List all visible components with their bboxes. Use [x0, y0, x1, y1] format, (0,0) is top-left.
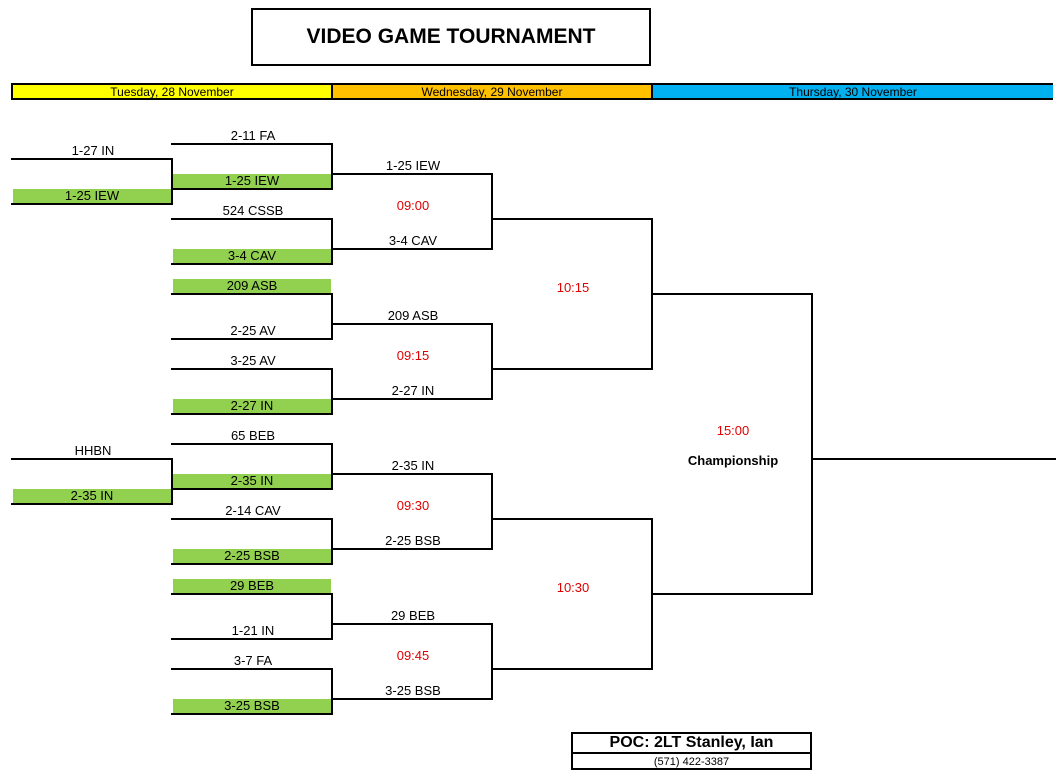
- bracket-line: [331, 473, 493, 475]
- bracket-line: [331, 698, 493, 700]
- match-time: 09:00: [396, 198, 430, 213]
- bracket-line: [331, 398, 493, 400]
- bracket-line: [171, 713, 333, 715]
- bracket-line: [171, 443, 333, 445]
- round1-team-winner: 1-25 IEW: [173, 174, 331, 188]
- bracket-line: [171, 338, 333, 340]
- bracket-line: [491, 473, 493, 550]
- round1-team-winner: 2-35 IN: [173, 474, 331, 488]
- bracket-line: [171, 668, 333, 670]
- round2-team: 209 ASB: [387, 308, 439, 323]
- poc-phone: (571) 422-3387: [653, 756, 730, 768]
- bracket-line: [331, 548, 493, 550]
- bracket-line: [331, 323, 493, 325]
- round1-team: 3-7 FA: [233, 653, 273, 668]
- bracket-line: [11, 503, 173, 505]
- bracket-line: [331, 248, 493, 250]
- match-time: 09:15: [396, 348, 430, 363]
- day-header-wednesday: Wednesday, 29 November: [331, 83, 653, 100]
- final-time: 15:00: [716, 423, 750, 438]
- bracket-line: [171, 293, 333, 295]
- round2-team: 3-25 BSB: [385, 683, 441, 698]
- bracket-line: [171, 188, 333, 190]
- bracket-line: [491, 368, 653, 370]
- round2-team: 3-4 CAV: [388, 233, 438, 248]
- bracket-line: [491, 173, 493, 250]
- round2-team: 29 BEB: [390, 608, 436, 623]
- championship-label: Championship: [687, 453, 779, 468]
- page-title: VIDEO GAME TOURNAMENT: [251, 8, 651, 66]
- semifinal-time: 10:30: [556, 580, 590, 595]
- poc-name: POC: 2LT Stanley, Ian: [573, 734, 810, 754]
- bracket-line: [171, 218, 333, 220]
- round2-team: 2-25 BSB: [385, 533, 441, 548]
- bracket-line: [331, 623, 493, 625]
- round1-team-winner: 29 BEB: [173, 579, 331, 593]
- bracket-line: [171, 488, 333, 490]
- play-in-team-winner: 1-25 IEW: [13, 189, 171, 203]
- bracket-line: [171, 518, 333, 520]
- match-time: 09:45: [396, 648, 430, 663]
- bracket-line: [11, 458, 173, 460]
- play-in-team-winner: 2-35 IN: [13, 489, 171, 503]
- bracket-line: [491, 323, 493, 400]
- round1-team-winner: 209 ASB: [173, 279, 331, 293]
- round1-team: 524 CSSB: [222, 203, 284, 218]
- bracket-line: [651, 593, 813, 595]
- bracket-line: [171, 638, 333, 640]
- round2-team: 1-25 IEW: [385, 158, 441, 173]
- bracket-line: [491, 518, 653, 520]
- round2-team: 2-27 IN: [391, 383, 435, 398]
- bracket-line: [811, 458, 1056, 460]
- day-header-thursday: Thursday, 30 November: [651, 83, 1053, 100]
- bracket-line: [651, 293, 813, 295]
- bracket-line: [491, 623, 493, 700]
- bracket-line: [171, 593, 333, 595]
- bracket-line: [171, 143, 333, 145]
- bracket-line: [171, 563, 333, 565]
- round1-team: 1-21 IN: [231, 623, 275, 638]
- bracket-line: [491, 218, 653, 220]
- round1-team-winner: 3-4 CAV: [173, 249, 331, 263]
- bracket-line: [811, 293, 813, 595]
- bracket-line: [331, 173, 493, 175]
- round1-team: 2-25 AV: [230, 323, 276, 338]
- bracket-line: [171, 413, 333, 415]
- round1-team-winner: 2-27 IN: [173, 399, 331, 413]
- bracket-line: [171, 263, 333, 265]
- round1-team-winner: 2-25 BSB: [173, 549, 331, 563]
- round1-team: 3-25 AV: [230, 353, 276, 368]
- semifinal-time: 10:15: [556, 280, 590, 295]
- round1-team: 2-11 FA: [230, 128, 276, 143]
- day-header-tuesday: Tuesday, 28 November: [11, 83, 333, 100]
- round1-team: 2-14 CAV: [225, 503, 281, 518]
- bracket-line: [491, 668, 653, 670]
- round1-team: 65 BEB: [230, 428, 276, 443]
- play-in-team: 1-27 IN: [71, 143, 115, 158]
- bracket-line: [171, 368, 333, 370]
- round1-team-winner: 3-25 BSB: [173, 699, 331, 713]
- bracket-line: [11, 158, 173, 160]
- round2-team: 2-35 IN: [391, 458, 435, 473]
- match-time: 09:30: [396, 498, 430, 513]
- poc-box: POC: 2LT Stanley, Ian (571) 422-3387: [571, 732, 812, 770]
- bracket-line: [11, 203, 173, 205]
- play-in-team: HHBN: [74, 443, 112, 458]
